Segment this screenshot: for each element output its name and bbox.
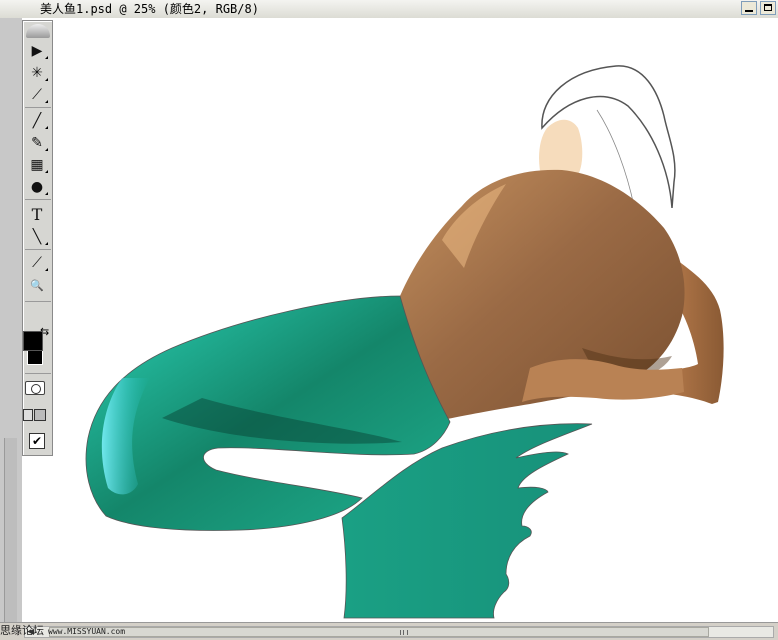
status-bar: ◀ 思缘论坛 www.MISSYUAN.com: [0, 622, 778, 640]
gradient-icon[interactable]: ▦: [26, 155, 48, 175]
quick-mask-icon[interactable]: [25, 381, 45, 395]
zoom-icon[interactable]: 🔍: [26, 275, 48, 295]
crop-slice-icon[interactable]: ⟋: [26, 85, 48, 105]
standard-screen-mode-icon[interactable]: [23, 409, 33, 421]
document-title: 美人鱼1.psd @ 25% (颜色2, RGB/8): [40, 2, 259, 16]
document-canvas[interactable]: ▶ ✳ ⟋ ╱ ✎ ▦ ● T ╲ ⟋ 🔍 ⇆ ✔: [22, 18, 778, 622]
history-brush-icon[interactable]: ✎: [26, 133, 48, 153]
eyedropper-icon[interactable]: ⟋: [26, 253, 48, 273]
scrollbar-thumb[interactable]: [49, 627, 709, 637]
maximize-button[interactable]: [760, 1, 776, 15]
full-screen-mode-icon[interactable]: [34, 409, 46, 421]
magic-wand-icon[interactable]: ✳: [26, 63, 48, 83]
watermark-url: www.MISSYUAN.com: [48, 627, 126, 636]
toolbox-palette[interactable]: ▶ ✳ ⟋ ╱ ✎ ▦ ● T ╲ ⟋ 🔍 ⇆ ✔: [22, 20, 53, 456]
minimize-button[interactable]: [741, 1, 757, 15]
watermark-text: 思缘论坛: [0, 624, 44, 637]
brush-icon[interactable]: ╱: [26, 111, 48, 131]
horizontal-scrollbar[interactable]: ◀: [24, 626, 774, 638]
document-title-bar[interactable]: 美人鱼1.psd @ 25% (颜色2, RGB/8): [0, 0, 778, 19]
photoshop-feather-icon: [26, 24, 50, 38]
panel-scrollbar[interactable]: [4, 438, 17, 628]
burn-tool-icon[interactable]: ●: [26, 177, 48, 197]
watermark: 思缘论坛 www.MISSYUAN.com: [0, 624, 125, 639]
mermaid-artwork: [85, 65, 724, 619]
line-tool-icon[interactable]: ╲: [26, 227, 48, 247]
type-tool-icon[interactable]: T: [26, 205, 48, 225]
move-tool-icon[interactable]: ▶: [26, 41, 48, 61]
jump-to-imageready-icon[interactable]: ✔: [29, 433, 45, 449]
application-frame-left: [0, 18, 22, 639]
foreground-color-swatch[interactable]: [23, 331, 43, 351]
